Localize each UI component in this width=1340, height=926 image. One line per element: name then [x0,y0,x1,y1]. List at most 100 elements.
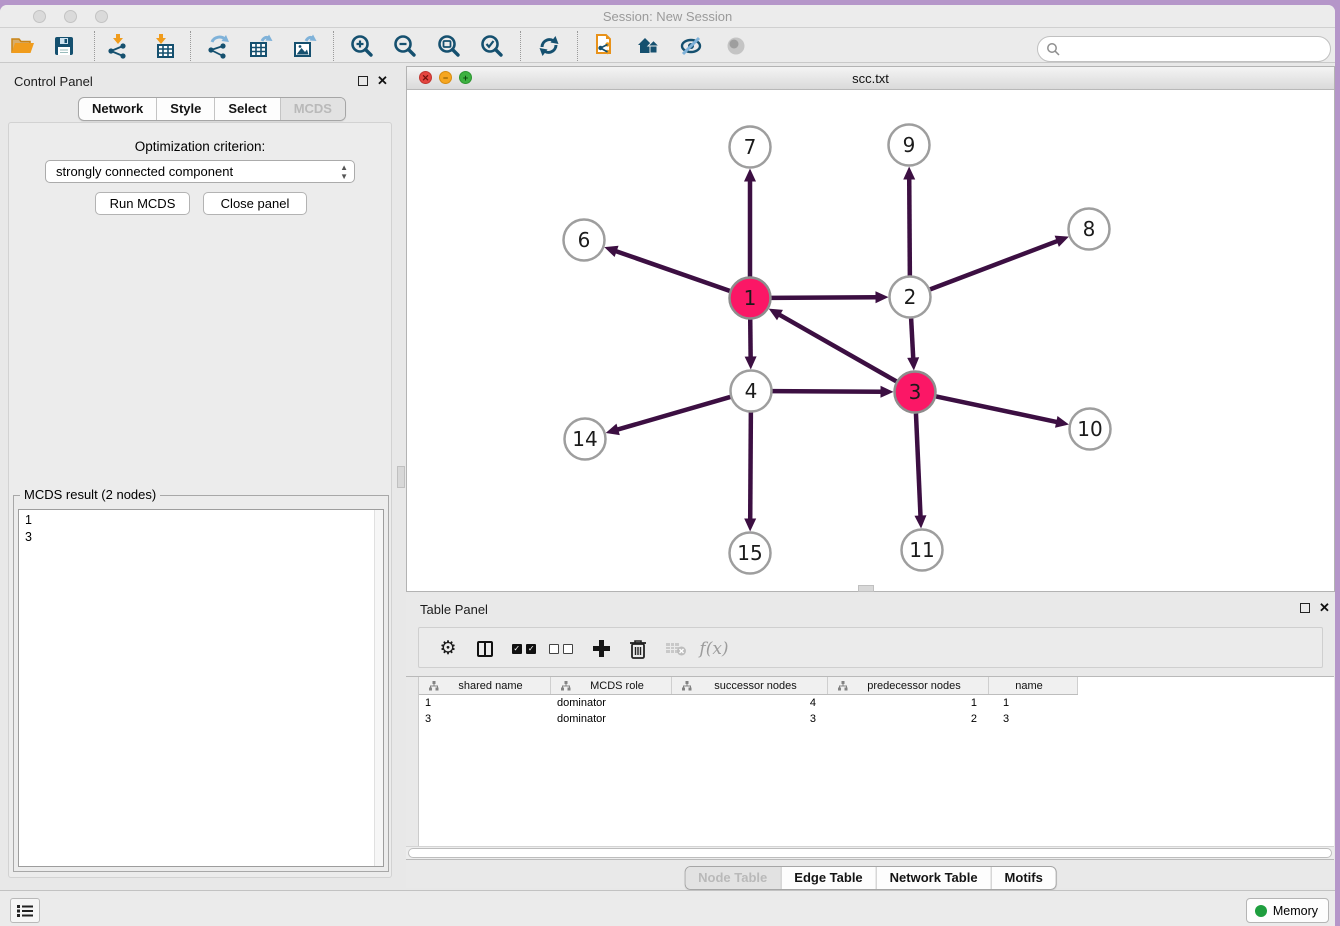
node-table[interactable]: shared name MCDS rolesuccessor nodes prede… [406,676,1334,860]
delete-row-icon[interactable] [623,628,653,669]
column-header-name[interactable]: name [989,677,1078,694]
edge-3-11[interactable] [916,413,921,517]
add-row-icon[interactable] [586,628,616,669]
zoom-out-icon[interactable] [392,33,418,59]
result-scrollbar[interactable] [374,510,383,866]
sort-column-icon[interactable] [838,681,848,691]
criterion-select[interactable]: strongly connected component ▲▼ [45,160,355,183]
column-label: shared name [439,680,550,692]
table-horizontal-scrollbar[interactable] [406,846,1334,859]
close-panel-icon[interactable]: ✕ [377,75,388,87]
sort-column-icon[interactable] [682,681,692,691]
select-all-icon[interactable]: ✓ ✓ [509,628,539,669]
network-window-titlebar[interactable]: ✕ − + scc.txt [407,67,1334,90]
arrowhead-icon [914,515,926,528]
export-table-icon[interactable] [248,33,274,59]
export-image-icon[interactable] [292,33,318,59]
network-canvas[interactable]: 1234678910111415 [407,90,1334,591]
column-header-successor-nodes[interactable]: successor nodes [672,677,828,694]
node-label: 7 [744,135,757,159]
edge-1-2[interactable] [771,297,877,298]
sort-column-icon[interactable] [429,681,439,691]
app-window: Session: New Session [0,5,1335,926]
column-header-shared-name[interactable]: shared name [419,677,551,694]
mcds-result-value: 1 [25,512,377,529]
zoom-selected-icon[interactable] [479,33,505,59]
table-row[interactable]: 1dominator411 [419,695,1078,711]
column-header-predecessor-nodes[interactable]: predecessor nodes [828,677,989,694]
search-input[interactable] [1061,42,1311,57]
edge-3-10[interactable] [936,396,1058,422]
apply-layout-icon[interactable] [536,33,562,59]
zoom-in-icon[interactable] [349,33,375,59]
import-network-icon[interactable] [105,33,131,59]
memory-status-icon [1255,905,1267,917]
clone-network-icon[interactable] [592,33,618,59]
import-table-icon[interactable] [151,33,177,59]
table-cell[interactable]: 3 [419,711,551,727]
vertical-split-handle[interactable] [397,466,405,488]
tab-motifs[interactable]: Motifs [991,867,1056,889]
table-cell[interactable]: 4 [672,695,828,711]
network-view-window: ✕ − + scc.txt 1234678910111415 [406,66,1335,592]
zoom-fit-icon[interactable] [436,33,462,59]
table-settings-icon[interactable]: ⚙ [433,628,463,669]
column-header-MCDS-role[interactable]: MCDS role [551,677,672,694]
delete-table-icon [661,628,691,669]
edge-2-9[interactable] [909,177,910,275]
tab-edge-table[interactable]: Edge Table [780,867,875,889]
table-cell[interactable]: 1 [419,695,551,711]
task-history-button[interactable] [10,898,40,923]
table-cell[interactable]: 3 [989,711,1078,727]
save-session-icon[interactable] [51,33,77,59]
mcds-result-textarea[interactable]: 13 [18,509,384,867]
export-network-icon[interactable] [205,33,231,59]
float-panel-icon[interactable] [358,76,368,88]
table-cell[interactable]: dominator [551,711,672,727]
edge-1-6[interactable] [615,251,730,291]
edge-4-14[interactable] [616,397,730,430]
node-label: 3 [909,380,922,404]
home-icon[interactable] [635,33,661,59]
table-cell[interactable]: dominator [551,695,672,711]
tab-network[interactable]: Network [79,98,156,120]
tab-select[interactable]: Select [214,98,279,120]
table-cell[interactable]: 1 [828,695,989,711]
node-label: 14 [572,427,597,451]
main-toolbar [0,28,1335,63]
run-mcds-button[interactable]: Run MCDS [95,192,190,215]
column-label: MCDS role [571,680,671,692]
edge-3-1[interactable] [778,314,896,381]
edge-4-15[interactable] [750,412,751,520]
memory-button[interactable]: Memory [1246,898,1329,923]
float-table-panel-icon[interactable] [1300,603,1310,615]
column-label: name [989,680,1077,692]
show-columns-icon[interactable] [470,628,500,669]
table-row[interactable]: 3dominator323 [419,711,1078,727]
open-session-icon[interactable] [9,33,35,59]
tab-node-table[interactable]: Node Table [685,867,780,889]
tab-mcds[interactable]: MCDS [280,98,345,120]
tab-style[interactable]: Style [156,98,214,120]
mcds-result-value: 3 [25,529,377,546]
deselect-all-icon[interactable] [546,628,576,669]
table-cell[interactable]: 2 [828,711,989,727]
list-icon [17,904,33,918]
horizontal-split-handle[interactable] [858,585,874,592]
edge-2-3[interactable] [911,318,913,359]
edge-2-8[interactable] [930,241,1059,290]
hide-selected-icon[interactable] [678,33,704,59]
column-label: predecessor nodes [848,680,988,692]
arrowhead-icon [880,386,893,398]
network-graph[interactable]: 1234678910111415 [407,90,1334,591]
table-cell[interactable]: 3 [672,711,828,727]
table-cell[interactable]: 1 [989,695,1078,711]
sort-column-icon[interactable] [561,681,571,691]
close-table-panel-icon[interactable]: ✕ [1319,602,1330,614]
edge-4-3[interactable] [772,391,882,392]
toolbar-separator [333,31,334,61]
search-icon [1046,42,1061,57]
tab-network-table[interactable]: Network Table [876,867,991,889]
search-field[interactable] [1037,36,1331,62]
close-panel-button[interactable]: Close panel [203,192,307,215]
